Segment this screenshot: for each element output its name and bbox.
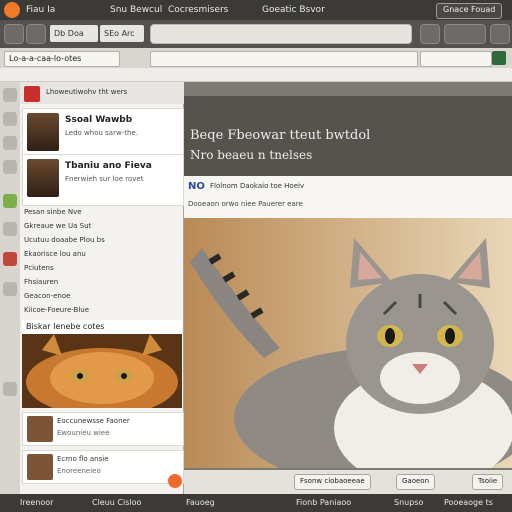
- info-bar: NO Flolnom Daokaio toe Hoeiv Dooeaon orw…: [184, 176, 512, 218]
- list-item[interactable]: Pciutens: [24, 264, 54, 272]
- title-bar: Fiau Ia Snu Bewcul Cocresmisers Goeatic …: [0, 0, 512, 20]
- settings-icon[interactable]: [490, 24, 510, 44]
- sidebar-panel: Lhoweutiwohv tht wers Ssoal Wawbb Ledo w…: [20, 82, 184, 494]
- contact-card[interactable]: Tbaniu ano Fieva Fnerwieh sur loe rovet: [22, 154, 184, 206]
- info-line: Dooeaon orwo niee Pauerer eare: [188, 200, 303, 208]
- avatar: [27, 454, 53, 480]
- chat-icon[interactable]: [3, 136, 17, 150]
- status-item[interactable]: Ireenoor: [20, 497, 53, 509]
- status-item[interactable]: Cleuu Cisloo: [92, 497, 141, 509]
- subheadline: Nro beaeu n tnelses: [190, 148, 313, 162]
- main-content: Beqe Fbeowar tteut bwtdol Nro beaeu n tn…: [184, 82, 512, 494]
- list-item[interactable]: Ecrno flo ansie Enoreeneieo: [22, 450, 184, 484]
- profile-button[interactable]: Gnace Fouad: [436, 3, 503, 19]
- toolbar-field-1[interactable]: Db Doa: [50, 25, 98, 42]
- contact-subtitle: Ledo whou sarw-the.: [65, 129, 138, 137]
- secondary-bar: Lo-a-a-caa-lo-otes: [0, 48, 512, 68]
- site-logo: NO: [188, 181, 205, 192]
- toolbar-field-2[interactable]: SEo Arc: [100, 25, 144, 42]
- toolbar-menu-button[interactable]: [444, 24, 486, 44]
- cat-thumbnail[interactable]: Biskar Ienebe cotes: [22, 320, 182, 408]
- address-field[interactable]: Lo-a-a-caa-lo-otes: [4, 51, 120, 67]
- extension-icon[interactable]: [492, 51, 506, 65]
- back-icon[interactable]: [4, 24, 24, 44]
- orange-cat-image: [22, 334, 182, 408]
- contact-name: Tbaniu ano Fieva: [65, 161, 152, 171]
- search-input[interactable]: [150, 51, 418, 67]
- hero-banner: Beqe Fbeowar tteut bwtdol Nro beaeu n tn…: [184, 96, 512, 176]
- people-icon[interactable]: [3, 112, 17, 126]
- star-icon[interactable]: [3, 382, 17, 396]
- status-item[interactable]: Fauoeg: [186, 497, 215, 509]
- alert-icon[interactable]: [3, 252, 17, 266]
- list-icon[interactable]: [3, 222, 17, 236]
- home-icon[interactable]: [3, 88, 17, 102]
- refresh-icon[interactable]: [420, 24, 440, 44]
- contact-subtitle: Fnerwieh sur loe rovet: [65, 175, 144, 183]
- grid-icon[interactable]: [3, 282, 17, 296]
- leaf-icon[interactable]: [3, 194, 17, 208]
- avatar: [27, 159, 59, 197]
- headline: Beqe Fbeowar tteut bwtdol: [190, 128, 371, 143]
- list-item-subtitle: Ewounieu wiee: [57, 429, 110, 437]
- list-item[interactable]: Fhsiauren: [24, 278, 58, 286]
- list-item[interactable]: Geacon-enoe: [24, 292, 70, 300]
- tab-4[interactable]: Goeatic Bsvor: [262, 3, 325, 17]
- list-item[interactable]: Pesan sinbe Nve: [24, 208, 82, 216]
- info-line[interactable]: Flolnom Daokaio toe Hoeiv: [210, 182, 304, 190]
- avatar: [27, 113, 59, 151]
- list-item[interactable]: Gkreaue we Ua Sut: [24, 222, 91, 230]
- list-item-title: Ecrno flo ansie: [57, 455, 109, 463]
- avatar: [27, 416, 53, 442]
- bookmark-icon[interactable]: [3, 160, 17, 174]
- contact-card[interactable]: Ssoal Wawbb Ledo whou sarw-the.: [22, 108, 184, 160]
- list-item-subtitle: Enoreeneieo: [57, 467, 101, 475]
- bottom-toolbar: Fsonw ciobaoeeae Gaoeon Tsoiie: [184, 470, 512, 494]
- tool-button[interactable]: Gaoeon: [396, 474, 436, 490]
- bookmark-strip: [0, 68, 512, 82]
- sidebar-header: Lhoweutiwohv tht wers: [20, 82, 184, 104]
- tabby-cat-image: [184, 218, 512, 468]
- status-item[interactable]: Snupso: [394, 497, 423, 509]
- app-logo-icon[interactable]: [4, 2, 20, 18]
- tab-2[interactable]: Snu Bewcul: [110, 3, 162, 17]
- contact-name: Ssoal Wawbb: [65, 115, 133, 125]
- list-item[interactable]: Eoccunewsse Faoner Ewounieu wiee: [22, 412, 184, 446]
- sidebar-header-text: Lhoweutiwohv tht wers: [46, 88, 128, 96]
- sidebar-logo-icon: [24, 86, 40, 102]
- list-item-title: Eoccunewsse Faoner: [57, 417, 130, 425]
- list-item[interactable]: Kiicoe-Foeure-Blue: [24, 306, 89, 314]
- add-button[interactable]: [168, 474, 182, 488]
- tool-button[interactable]: Fsonw ciobaoeeae: [294, 474, 371, 490]
- status-item[interactable]: Pooeaoge ts: [444, 497, 493, 509]
- left-icon-rail: [0, 82, 20, 494]
- status-bar: Ireenoor Cleuu Cisloo Fauoeg Fionb Pania…: [0, 494, 512, 512]
- tab-3[interactable]: Cocresmisers: [168, 3, 228, 17]
- cat-photo: [184, 218, 512, 468]
- list-item[interactable]: Ekaorisce lou anu: [24, 250, 86, 258]
- tool-button[interactable]: Tsoiie: [472, 474, 504, 490]
- filter-input[interactable]: [420, 51, 492, 67]
- status-item[interactable]: Fionb Paniaoo: [296, 497, 351, 509]
- list-item[interactable]: Ucutuu doaabe Plou bs: [24, 236, 105, 244]
- forward-icon[interactable]: [26, 24, 46, 44]
- tab-1[interactable]: Fiau Ia: [26, 3, 55, 17]
- toolbar: Db Doa SEo Arc: [0, 20, 512, 48]
- url-bar[interactable]: [150, 24, 412, 44]
